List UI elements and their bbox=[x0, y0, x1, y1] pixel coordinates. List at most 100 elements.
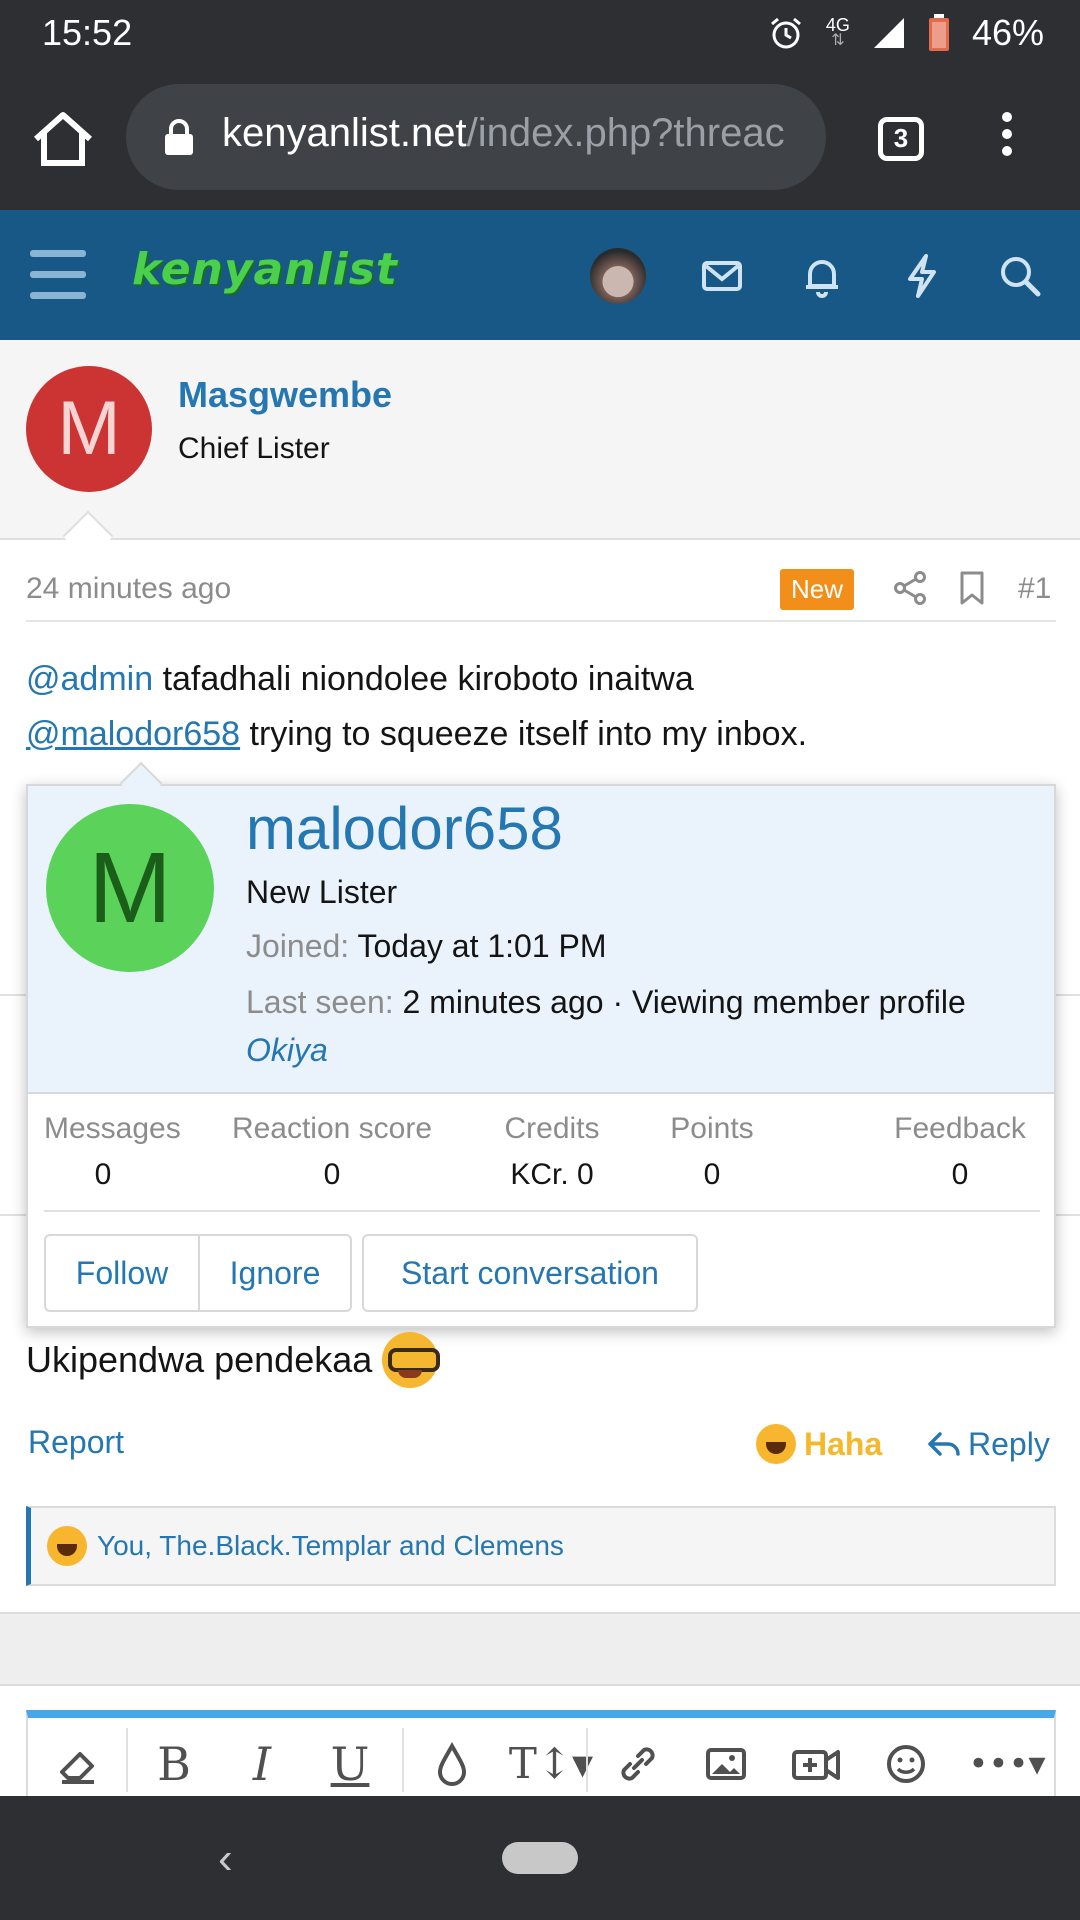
home-icon[interactable] bbox=[30, 109, 96, 167]
stat-label: Messages bbox=[44, 1112, 181, 1145]
new-badge: New bbox=[780, 569, 855, 610]
home-gesture-pill[interactable] bbox=[502, 1842, 578, 1874]
status-icons: 4G ⇅ 46% bbox=[768, 10, 1044, 56]
member-tooltip-header: M malodor658 New Lister Joined: Today at… bbox=[28, 786, 1054, 1094]
stat-label: Feedback bbox=[894, 1112, 1026, 1145]
member-name[interactable]: malodor658 bbox=[246, 794, 563, 863]
stat-feedback: Feedback 0 bbox=[880, 1112, 1040, 1192]
poster-title: Chief Lister bbox=[178, 432, 330, 465]
post-meta: 24 minutes ago New #1 bbox=[26, 552, 1056, 622]
laughing-emoji-icon bbox=[756, 1424, 796, 1464]
lightning-icon[interactable] bbox=[898, 252, 946, 300]
stat-label: Reaction score bbox=[231, 1112, 433, 1145]
stat-value: 0 bbox=[323, 1158, 341, 1191]
member-joined: Joined: Today at 1:01 PM bbox=[246, 928, 607, 965]
account-avatar[interactable] bbox=[590, 248, 646, 304]
member-tooltip: M malodor658 New Lister Joined: Today at… bbox=[26, 784, 1056, 1328]
stat-reaction-score: Reaction score 0 bbox=[228, 1112, 436, 1192]
reply-button[interactable]: Reply bbox=[926, 1418, 1050, 1470]
follow-button[interactable]: Follow bbox=[46, 1236, 200, 1310]
stat-label: Credits bbox=[504, 1112, 600, 1145]
status-time: 15:52 bbox=[42, 12, 133, 53]
post-text-visible: Ukipendwa pendekaa bbox=[26, 1332, 441, 1388]
link-icon[interactable] bbox=[608, 1734, 668, 1794]
member-avatar[interactable]: M bbox=[46, 804, 214, 972]
post-text-1: tafadhali niondolee kiroboto inaitwa bbox=[153, 660, 694, 698]
alarm-icon bbox=[770, 17, 801, 49]
color-drop-icon[interactable] bbox=[422, 1734, 482, 1794]
smiley-icon[interactable] bbox=[876, 1734, 936, 1794]
site-logo[interactable]: kenyanlist bbox=[132, 244, 398, 295]
post-time[interactable]: 24 minutes ago bbox=[26, 572, 231, 606]
follow-ignore-group: Follow Ignore bbox=[44, 1234, 352, 1312]
post-body: @admin tafadhali niondolee kiroboto inai… bbox=[26, 652, 1056, 762]
toolbar-separator bbox=[586, 1728, 588, 1792]
reactions-users: You, The.Black.Templar and Clemens bbox=[97, 1530, 564, 1561]
stat-value: 0 bbox=[951, 1158, 969, 1191]
toolbar-separator bbox=[126, 1728, 128, 1792]
menu-icon[interactable] bbox=[30, 250, 86, 300]
post2-text: Ukipendwa pendekaa bbox=[26, 1339, 373, 1380]
signal-icon bbox=[873, 18, 904, 48]
toolbar-separator bbox=[402, 1728, 404, 1792]
stat-label: Points bbox=[670, 1112, 754, 1145]
reply-editor-toolbar: B I U T↕▾ •••▾ bbox=[26, 1710, 1056, 1796]
joined-label: Joined: bbox=[246, 928, 350, 964]
mail-icon[interactable] bbox=[698, 252, 746, 300]
network-indicator: 4G ⇅ bbox=[825, 15, 850, 49]
overflow-menu-icon[interactable] bbox=[994, 112, 1020, 164]
status-bar: 15:52 4G ⇅ 46% bbox=[0, 0, 1080, 66]
tab-switcher-button[interactable]: 3 bbox=[878, 117, 924, 161]
eraser-icon[interactable] bbox=[48, 1734, 108, 1794]
member-activity-link[interactable]: Okiya bbox=[246, 1032, 328, 1069]
post-number[interactable]: #1 bbox=[1018, 572, 1051, 606]
underline-icon[interactable]: U bbox=[320, 1734, 380, 1794]
stat-points: Points 0 bbox=[658, 1112, 766, 1192]
italic-icon[interactable]: I bbox=[232, 1734, 292, 1794]
reaction-button[interactable]: Haha bbox=[756, 1418, 882, 1470]
network-type: 4G bbox=[825, 15, 850, 35]
reply-label: Reply bbox=[968, 1425, 1050, 1462]
url-domain: kenyanlist.net bbox=[222, 111, 467, 155]
search-icon[interactable] bbox=[996, 252, 1044, 300]
stat-credits: Credits KCr. 0 bbox=[490, 1112, 614, 1192]
url-path: /index.php?threac bbox=[466, 111, 785, 155]
stat-value: 0 bbox=[94, 1158, 112, 1191]
stat-value: KCr. 0 bbox=[510, 1158, 594, 1191]
member-last-seen: Last seen: 2 minutes ago · Viewing membe… bbox=[246, 984, 966, 1021]
stat-messages: Messages 0 bbox=[44, 1112, 181, 1192]
poster-name[interactable]: Masgwembe bbox=[178, 374, 392, 416]
mention-admin[interactable]: @admin bbox=[26, 660, 153, 698]
battery-percent: 46% bbox=[971, 12, 1044, 53]
url-text: kenyanlist.net/index.php?threac bbox=[222, 111, 802, 156]
member-stats: Messages 0 Reaction score 0 Credits KCr.… bbox=[44, 1112, 1040, 1212]
last-seen-label: Last seen: bbox=[246, 984, 394, 1020]
last-seen-value: 2 minutes ago · Viewing member profile bbox=[402, 984, 966, 1020]
more-options-icon[interactable]: •••▾ bbox=[962, 1734, 1052, 1794]
reactions-list[interactable]: You, The.Black.Templar and Clemens bbox=[26, 1506, 1056, 1586]
video-icon[interactable] bbox=[786, 1734, 846, 1794]
reaction-label: Haha bbox=[804, 1425, 883, 1462]
reply-icon bbox=[928, 1432, 960, 1456]
data-arrows-icon: ⇅ bbox=[831, 32, 845, 49]
font-size-icon[interactable]: T↕▾ bbox=[506, 1734, 596, 1794]
bookmark-icon[interactable] bbox=[954, 570, 990, 606]
bold-icon[interactable]: B bbox=[144, 1734, 204, 1794]
site-header: kenyanlist bbox=[0, 210, 1080, 340]
nerd-emoji-icon bbox=[382, 1332, 441, 1388]
bell-icon[interactable] bbox=[798, 252, 846, 300]
member-title: New Lister bbox=[246, 874, 398, 910]
stat-value: 0 bbox=[703, 1158, 721, 1191]
ignore-button[interactable]: Ignore bbox=[200, 1236, 350, 1310]
post-text-2: trying to squeeze itself into my inbox. bbox=[240, 715, 808, 753]
poster-avatar[interactable]: M bbox=[26, 366, 152, 492]
mention-malodor[interactable]: @malodor658 bbox=[26, 715, 240, 753]
back-icon[interactable]: ‹ bbox=[218, 1834, 233, 1884]
report-link[interactable]: Report bbox=[28, 1424, 124, 1461]
start-conversation-button[interactable]: Start conversation bbox=[362, 1234, 698, 1312]
share-icon[interactable] bbox=[892, 570, 928, 606]
address-bar[interactable]: kenyanlist.net/index.php?threac bbox=[126, 84, 826, 190]
image-icon[interactable] bbox=[696, 1734, 756, 1794]
laughing-emoji-icon bbox=[47, 1526, 87, 1566]
browser-toolbar: kenyanlist.net/index.php?threac 3 bbox=[0, 66, 1080, 210]
